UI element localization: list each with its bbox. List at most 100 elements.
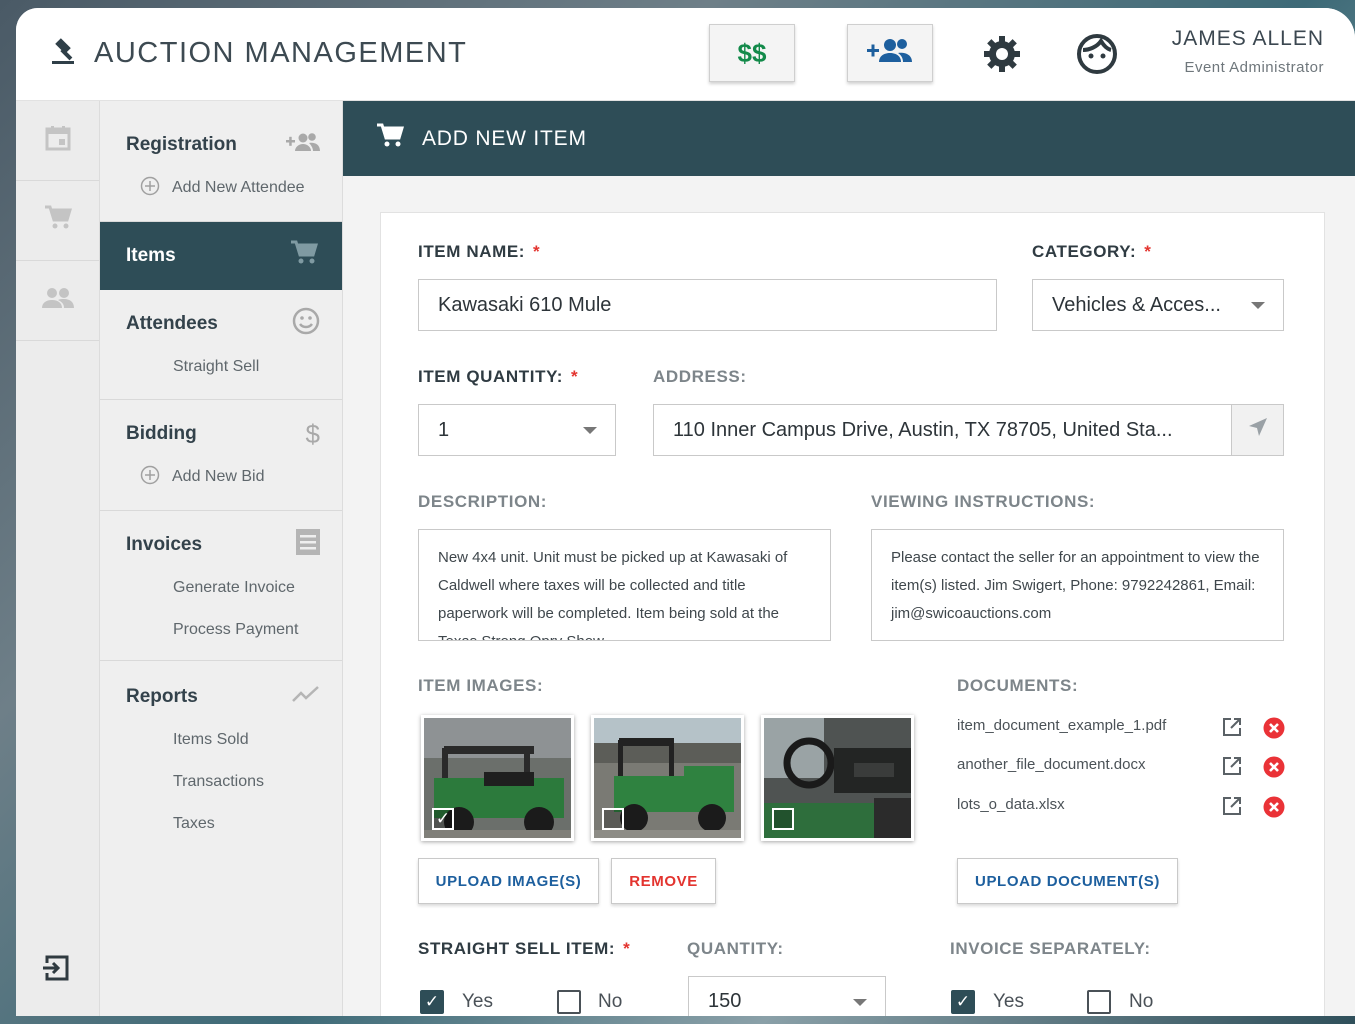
- nav-add-new-bid-label: Add New Bid: [172, 468, 265, 485]
- upload-images-button[interactable]: UPLOAD IMAGE(S): [418, 858, 599, 904]
- settings-icon[interactable]: [982, 34, 1022, 79]
- user-role: Event Administrator: [1184, 59, 1324, 76]
- rail-people[interactable]: [16, 261, 99, 341]
- plus-circle-icon: [140, 176, 160, 201]
- category-label-text: CATEGORY:: [1032, 242, 1137, 261]
- image-3-checkbox[interactable]: [772, 808, 794, 830]
- nav-registration-label: Registration: [126, 134, 237, 155]
- plus-circle-icon: [140, 465, 160, 490]
- description-label: DESCRIPTION:: [418, 492, 548, 511]
- straight-sell-no-checkbox[interactable]: [557, 990, 581, 1014]
- user-avatar-icon[interactable]: [1075, 32, 1119, 81]
- open-external-icon[interactable]: [1222, 756, 1242, 780]
- item-images-label: ITEM IMAGES:: [418, 676, 544, 695]
- delete-circle-icon[interactable]: [1263, 756, 1285, 782]
- delete-circle-icon[interactable]: [1263, 717, 1285, 743]
- item-image-1[interactable]: ✓: [421, 715, 574, 841]
- item-name-value: Kawasaki 610 Mule: [438, 293, 612, 316]
- invoice-separately-yes-checkbox[interactable]: ✓: [951, 990, 975, 1014]
- rail-cart[interactable]: [16, 181, 99, 261]
- locate-button[interactable]: [1231, 405, 1283, 455]
- nav-items-sold[interactable]: Items Sold: [100, 719, 342, 761]
- quantity-label: ITEM QUANTITY: *: [418, 367, 578, 387]
- nav-attendees-label: Attendees: [126, 313, 218, 334]
- category-select[interactable]: Vehicles & Acces...: [1032, 279, 1284, 331]
- sell-quantity-label: QUANTITY:: [687, 939, 784, 958]
- quantity-value: 1: [438, 418, 450, 441]
- nav-reports-label: Reports: [126, 686, 198, 707]
- add-item-form: ITEM NAME: * Kawasaki 610 Mule CATEGORY: *…: [380, 212, 1325, 1016]
- trend-line-icon: [292, 685, 320, 709]
- invoice-separately-no-checkbox[interactable]: [1087, 990, 1111, 1014]
- chevron-down-icon: [583, 427, 597, 434]
- gavel-icon: [50, 36, 80, 71]
- rail-calendar[interactable]: [16, 101, 99, 181]
- invoice-separately-no-label: No: [1129, 991, 1154, 1012]
- nav-add-new-attendee-label: Add New Attendee: [172, 179, 305, 196]
- dollar-icon: $: [305, 418, 320, 449]
- item-name-input[interactable]: Kawasaki 610 Mule: [418, 279, 997, 331]
- open-external-icon[interactable]: [1222, 717, 1242, 741]
- nav-taxes[interactable]: Taxes: [100, 803, 342, 845]
- straight-sell-yes-checkbox[interactable]: ✓: [420, 990, 444, 1014]
- people-icon: [41, 287, 74, 314]
- user-info[interactable]: JAMES ALLEN Event Administrator: [1172, 27, 1324, 76]
- nav-add-new-bid[interactable]: Add New Bid: [100, 456, 342, 498]
- cart-icon: [376, 123, 405, 155]
- smiley-icon: [292, 307, 320, 341]
- upload-documents-button[interactable]: UPLOAD DOCUMENT(S): [957, 858, 1178, 904]
- remove-images-button[interactable]: REMOVE: [611, 858, 716, 904]
- document-list-icon: [296, 529, 320, 561]
- nav-section-bidding: Bidding $ Add New Bid: [100, 400, 342, 511]
- calendar-icon: [45, 125, 71, 156]
- item-image-2[interactable]: [591, 715, 744, 841]
- user-name: JAMES ALLEN: [1171, 27, 1324, 50]
- nav-transactions[interactable]: Transactions: [100, 761, 342, 803]
- image-1-checkbox[interactable]: ✓: [432, 808, 454, 830]
- chevron-down-icon: [853, 999, 867, 1006]
- nav-invoices-label: Invoices: [126, 534, 203, 555]
- logout-icon[interactable]: [43, 955, 71, 986]
- nav-straight-sell[interactable]: Straight Sell: [100, 346, 342, 388]
- document-item: lots_o_data.xlsx: [957, 796, 1287, 818]
- address-label: ADDRESS:: [653, 367, 747, 386]
- open-external-icon[interactable]: [1222, 796, 1242, 820]
- nav-process-payment[interactable]: Process Payment: [100, 609, 342, 651]
- nav-section-reports: Reports Items Sold Transactions Taxes: [100, 661, 342, 845]
- cart-icon: [290, 240, 319, 272]
- quantity-select[interactable]: 1: [418, 404, 616, 456]
- nav-invoices[interactable]: Invoices: [100, 523, 342, 567]
- nav-bidding[interactable]: Bidding $: [100, 412, 342, 456]
- sell-quantity-select[interactable]: 150: [688, 976, 886, 1016]
- nav-generate-invoice[interactable]: Generate Invoice: [100, 567, 342, 609]
- document-name: item_document_example_1.pdf: [957, 717, 1167, 734]
- viewing-instructions-label: VIEWING INSTRUCTIONS:: [871, 492, 1096, 511]
- invoice-separately-label: INVOICE SEPARATELY:: [950, 939, 1151, 958]
- top-header: AUCTION MANAGEMENT $$ JAMES ALLEN Event …: [16, 8, 1355, 101]
- chevron-down-icon: [1251, 302, 1265, 309]
- nav-add-new-attendee[interactable]: Add New Attendee: [100, 167, 342, 209]
- nav-attendees[interactable]: Attendees: [100, 302, 342, 346]
- address-input[interactable]: 110 Inner Campus Drive, Austin, TX 78705…: [653, 404, 1284, 456]
- main-content: ADD NEW ITEM ITEM NAME: * Kawasaki 610 Mu…: [343, 101, 1355, 1016]
- image-2-checkbox[interactable]: [602, 808, 624, 830]
- description-textarea[interactable]: New 4x4 unit. Unit must be picked up at …: [418, 529, 831, 641]
- document-name: another_file_document.docx: [957, 756, 1146, 773]
- cart-icon: [44, 205, 72, 236]
- add-attendee-button[interactable]: [847, 24, 933, 82]
- viewing-instructions-textarea[interactable]: Please contact the seller for an appoint…: [871, 529, 1284, 641]
- nav-items[interactable]: Items: [100, 222, 342, 290]
- location-arrow-icon: [1248, 417, 1268, 443]
- payments-button[interactable]: $$: [709, 24, 795, 82]
- nav-registration[interactable]: Registration: [100, 123, 342, 167]
- category-value: Vehicles & Acces...: [1052, 293, 1221, 316]
- app-title: AUCTION MANAGEMENT: [94, 37, 468, 69]
- delete-circle-icon[interactable]: [1263, 796, 1285, 822]
- straight-sell-label: STRAIGHT SELL ITEM: *: [418, 939, 630, 959]
- item-image-3[interactable]: [761, 715, 914, 841]
- straight-sell-no-label: No: [598, 991, 623, 1012]
- nav-reports[interactable]: Reports: [100, 675, 342, 719]
- side-nav: Registration Add New Attendee Items Atte…: [100, 101, 399, 1016]
- document-item: another_file_document.docx: [957, 756, 1287, 778]
- item-name-label-text: ITEM NAME:: [418, 242, 526, 261]
